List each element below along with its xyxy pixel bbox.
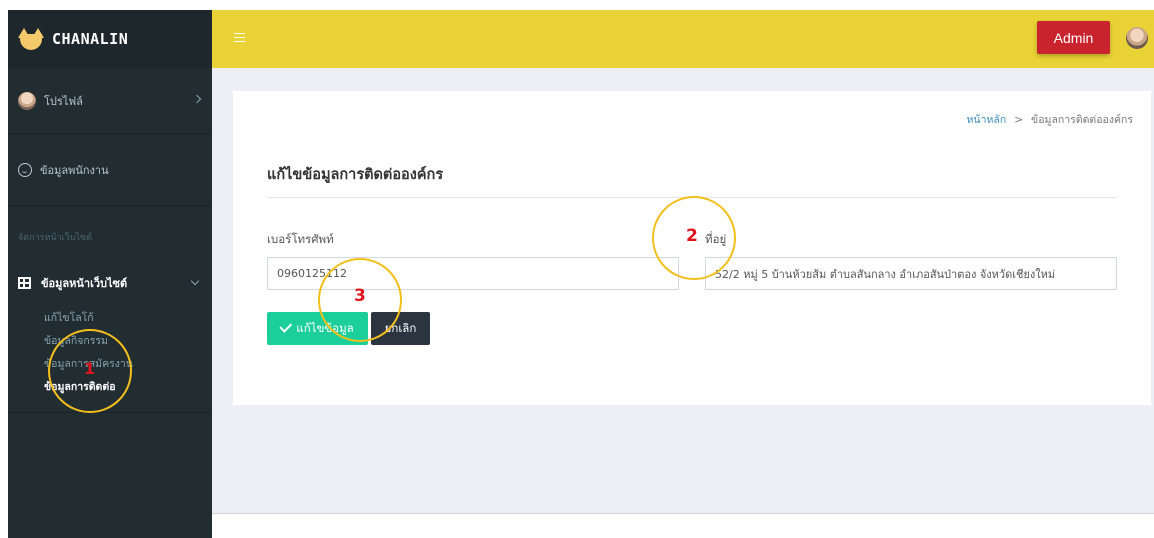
sidebar-item-label: ข้อมูลหน้าเว็บไซต์	[41, 277, 128, 290]
contact-form-card: หน้าหลัก > ข้อมูลการติดต่อองค์กร แก้ไขข้…	[233, 91, 1151, 405]
breadcrumb: หน้าหลัก > ข้อมูลการติดต่อองค์กร	[967, 111, 1133, 128]
user-avatar[interactable]	[1126, 27, 1148, 49]
sidebar: CHANALIN โปรไฟล์ ข้อมูลพนักงาน จัดการหน้…	[8, 10, 212, 538]
address-label: ที่อยู่	[705, 232, 727, 246]
sidebar-item-staff[interactable]: ข้อมูลพนักงาน	[8, 134, 212, 206]
brand-name: CHANALIN	[52, 30, 129, 48]
cancel-button[interactable]: ยกเลิก	[371, 312, 430, 345]
smile-icon	[18, 162, 32, 177]
table-icon	[18, 277, 31, 289]
admin-button[interactable]: Admin	[1037, 21, 1110, 54]
phone-input[interactable]	[267, 257, 679, 290]
sidebar-submenu: แก้ไขโลโก้ ข้อมูลกิจกรรม ข้อมูลการสมัครง…	[8, 298, 212, 413]
chevron-down-icon	[190, 276, 200, 286]
avatar	[18, 91, 36, 110]
breadcrumb-home-link[interactable]: หน้าหลัก	[967, 111, 1007, 128]
sidebar-subitem-activities[interactable]: ข้อมูลกิจกรรม	[8, 329, 212, 352]
breadcrumb-current: ข้อมูลการติดต่อองค์กร	[1031, 114, 1133, 126]
save-button[interactable]: แก้ไขข้อมูล	[267, 312, 368, 345]
breadcrumb-separator: >	[1014, 113, 1024, 126]
sidebar-subitem-contact[interactable]: ข้อมูลการติดต่อ	[8, 375, 212, 398]
chevron-right-icon	[192, 94, 202, 104]
check-icon	[279, 320, 293, 333]
sidebar-item-label: ข้อมูลพนักงาน	[40, 163, 109, 177]
phone-label: เบอร์โทรศัพท์	[267, 232, 334, 246]
main-content: หน้าหลัก > ข้อมูลการติดต่อองค์กร แก้ไขข้…	[212, 68, 1154, 513]
sidebar-subitem-logo[interactable]: แก้ไขโลโก้	[8, 306, 212, 329]
top-bar: Admin	[212, 10, 1154, 68]
footer	[212, 513, 1154, 538]
page-title: แก้ไขข้อมูลการติดต่อองค์กร	[267, 167, 444, 183]
title-divider	[267, 197, 1117, 198]
sidebar-item-website[interactable]: ข้อมูลหน้าเว็บไซต์	[8, 268, 212, 298]
sidebar-item-profile[interactable]: โปรไฟล์	[8, 68, 212, 134]
sidebar-subitem-jobs[interactable]: ข้อมูลการสมัครงาน	[8, 352, 212, 375]
address-input[interactable]	[705, 257, 1117, 290]
cat-logo-icon	[18, 28, 44, 50]
menu-toggle-icon[interactable]	[234, 33, 245, 42]
brand[interactable]: CHANALIN	[8, 10, 212, 68]
sidebar-item-label: โปรไฟล์	[44, 94, 83, 108]
save-button-label: แก้ไขข้อมูล	[296, 320, 354, 335]
sidebar-section-header: จัดการหน้าเว็บไซต์	[18, 233, 92, 243]
app-root: CHANALIN โปรไฟล์ ข้อมูลพนักงาน จัดการหน้…	[0, 0, 1154, 538]
